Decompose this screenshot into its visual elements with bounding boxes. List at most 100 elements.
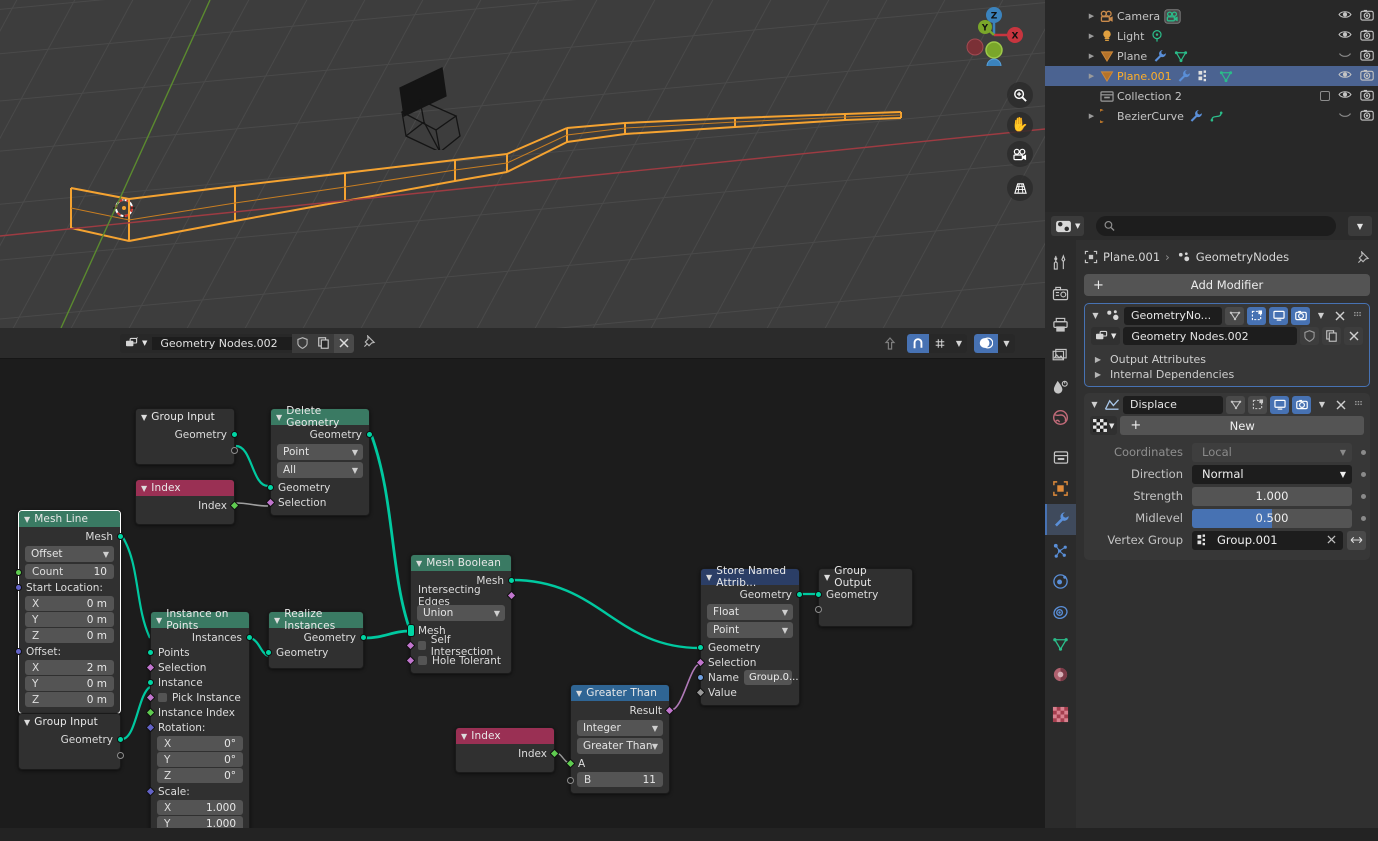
node-input-instance[interactable]: Instance	[147, 675, 249, 690]
modifier-drag-grip-icon[interactable]	[1351, 307, 1365, 325]
node-output-virtual[interactable]	[19, 747, 124, 764]
self-intersection-checkbox[interactable]	[418, 641, 426, 650]
node-output-virtual[interactable]	[136, 442, 238, 459]
socket-field[interactable]	[265, 497, 276, 508]
filter-options-chevron-down-icon[interactable]: ▼	[1348, 216, 1372, 236]
snap-options-chevron-down-icon[interactable]: ▼	[951, 333, 967, 353]
disable-in-render-camera-icon[interactable]	[1360, 49, 1374, 64]
node-header[interactable]: ▼ Store Named Attrib...	[701, 565, 799, 589]
node-header[interactable]: ▼ Group Input	[136, 409, 234, 425]
animate-property-dot[interactable]	[1361, 471, 1366, 477]
node-input-geometry[interactable]: Geometry	[815, 587, 912, 602]
hole-tolerant-checkbox[interactable]	[418, 656, 427, 665]
node-header[interactable]: ▼ Instance on Points	[151, 608, 249, 632]
operation-dropdown[interactable]: Greater Than ▼	[577, 738, 663, 754]
expand-chevron-right-icon[interactable]: ▶	[1085, 52, 1098, 60]
node-output-index[interactable]: Index	[456, 746, 560, 761]
overlays-icon[interactable]	[974, 333, 998, 353]
node-output-geometry[interactable]: Geometry	[701, 587, 803, 602]
socket-count[interactable]	[15, 569, 22, 576]
unlink-close-icon[interactable]	[334, 333, 355, 353]
clear-vertex-group-close-icon[interactable]	[1327, 533, 1336, 547]
outliner-item-light[interactable]: ▶ Light	[1045, 26, 1378, 46]
add-modifier-button[interactable]: + Add Modifier	[1084, 274, 1370, 296]
node-input-geometry[interactable]: Geometry	[267, 480, 369, 495]
search-input[interactable]	[1096, 216, 1336, 236]
rotation-x[interactable]: X 0°	[157, 736, 243, 751]
socket-rotation[interactable]	[145, 722, 156, 733]
data-type-dropdown[interactable]: Integer ▼	[577, 720, 663, 736]
domain-dropdown[interactable]: Point ▼	[277, 444, 363, 460]
node-realize-instances[interactable]: ▼ Realize Instances Geometry Geometry	[265, 608, 367, 669]
section-output-attributes[interactable]: ▶ Output Attributes	[1085, 350, 1369, 368]
node-input-value[interactable]: Value	[695, 685, 799, 700]
node-input-hole-tolerant[interactable]: Hole Tolerant	[405, 653, 511, 668]
node-header[interactable]: ▼ Group Input	[19, 714, 120, 730]
fake-user-shield-icon[interactable]	[1300, 327, 1319, 345]
node-input-geometry[interactable]: Geometry	[265, 645, 363, 660]
node-header[interactable]: ▼ Mesh Boolean	[411, 555, 511, 571]
socket-field[interactable]	[405, 640, 416, 651]
curve-data-icon[interactable]	[1209, 110, 1226, 123]
browse-node-group-icon[interactable]: ▼	[1091, 327, 1121, 345]
edit-mode-display-toggle[interactable]	[1225, 306, 1244, 325]
tab-object[interactable]	[1045, 473, 1076, 504]
render-display-toggle[interactable]	[1291, 306, 1310, 325]
editor-type-selector[interactable]: ▼	[1051, 216, 1085, 236]
modifier-name-field[interactable]: Displace	[1123, 395, 1223, 414]
node-index-lower[interactable]: ▼ Index Index	[455, 727, 560, 773]
socket-integer-field[interactable]	[549, 748, 560, 759]
modifier-name-field[interactable]: GeometryNo...	[1124, 306, 1222, 325]
unlink-close-icon[interactable]	[1344, 327, 1363, 345]
go-to-parent-icon[interactable]	[879, 334, 901, 353]
outliner-item-plane-001[interactable]: ▶ Plane.001	[1045, 66, 1378, 86]
socket-field[interactable]	[695, 657, 706, 668]
disable-in-render-camera-icon[interactable]	[1360, 29, 1374, 44]
tab-modifiers[interactable]	[1045, 504, 1076, 535]
node-header[interactable]: ▼ Realize Instances	[269, 608, 363, 632]
camera-view-icon[interactable]	[1007, 141, 1033, 167]
vertex-group-icon[interactable]	[1197, 69, 1214, 83]
mode-dropdown[interactable]: Offset ▼	[25, 546, 114, 562]
mode-dropdown[interactable]: All ▼	[277, 462, 363, 478]
node-input-geometry[interactable]: Geometry	[697, 640, 799, 655]
tab-render[interactable]	[1045, 278, 1076, 309]
modifier-header[interactable]: ▼ Displace ▼	[1084, 393, 1370, 416]
socket-geometry[interactable]	[508, 577, 515, 584]
node-mesh-line[interactable]: ▼ Mesh Line Mesh Offset ▼ Count 10 Start…	[15, 510, 124, 714]
expand-chevron-right-icon[interactable]: ▶	[1091, 370, 1105, 379]
on-cage-display-toggle[interactable]	[1247, 306, 1266, 325]
node-header[interactable]: ▼ Greater Than	[571, 685, 669, 701]
node-group-output[interactable]: ▼ Group Output Geometry	[815, 565, 913, 627]
collapse-chevron-icon[interactable]: ▼	[276, 413, 282, 422]
node-output-mesh[interactable]: Mesh	[19, 529, 124, 544]
hide-in-viewport-eye-icon[interactable]	[1338, 9, 1352, 23]
collapse-chevron-icon[interactable]: ▼	[416, 559, 422, 568]
breadcrumb-object[interactable]: Plane.001	[1103, 250, 1160, 264]
pin-icon[interactable]	[1357, 250, 1370, 264]
tab-view-layer[interactable]	[1045, 340, 1076, 371]
node-editor-canvas[interactable]: ▼ Group Input Geometry ▼ Index Index ▼ M…	[0, 359, 1045, 841]
node-output-geometry[interactable]: Geometry	[271, 427, 373, 442]
socket-virtual[interactable]	[815, 606, 822, 613]
node-output-result[interactable]: Result	[571, 703, 675, 718]
disable-in-render-camera-icon[interactable]	[1360, 109, 1374, 124]
socket-geometry[interactable]	[246, 634, 253, 641]
midlevel-row[interactable]: Midlevel 0.500	[1088, 508, 1366, 528]
outliner[interactable]: ▶ Camera ▶ Light ▶ Plane ▶ Plane.001 Collection …	[1045, 0, 1378, 212]
tab-physics[interactable]	[1045, 566, 1076, 597]
offset-x[interactable]: X 2 m	[25, 660, 114, 675]
node-header[interactable]: ▼ Index	[136, 480, 234, 496]
hide-in-viewport-eye-icon[interactable]	[1338, 109, 1352, 123]
node-header[interactable]: ▼ Delete Geometry	[271, 405, 369, 429]
animate-property-dot[interactable]	[1361, 515, 1366, 521]
modifier-wrench-icon[interactable]	[1176, 69, 1193, 83]
node-instance-on-points[interactable]: ▼ Instance on Points Instances Points Se…	[145, 608, 253, 841]
outliner-item-beziercurve[interactable]: ▶ BezierCurve	[1045, 106, 1378, 126]
node-index-top[interactable]: ▼ Index Index	[135, 479, 240, 525]
snap-magnet-icon[interactable]	[907, 333, 929, 353]
socket-field[interactable]	[506, 590, 517, 601]
edit-mode-display-toggle[interactable]	[1226, 395, 1245, 414]
socket-geometry[interactable]	[697, 644, 704, 651]
node-input-instance-index[interactable]: Instance Index	[145, 705, 249, 720]
